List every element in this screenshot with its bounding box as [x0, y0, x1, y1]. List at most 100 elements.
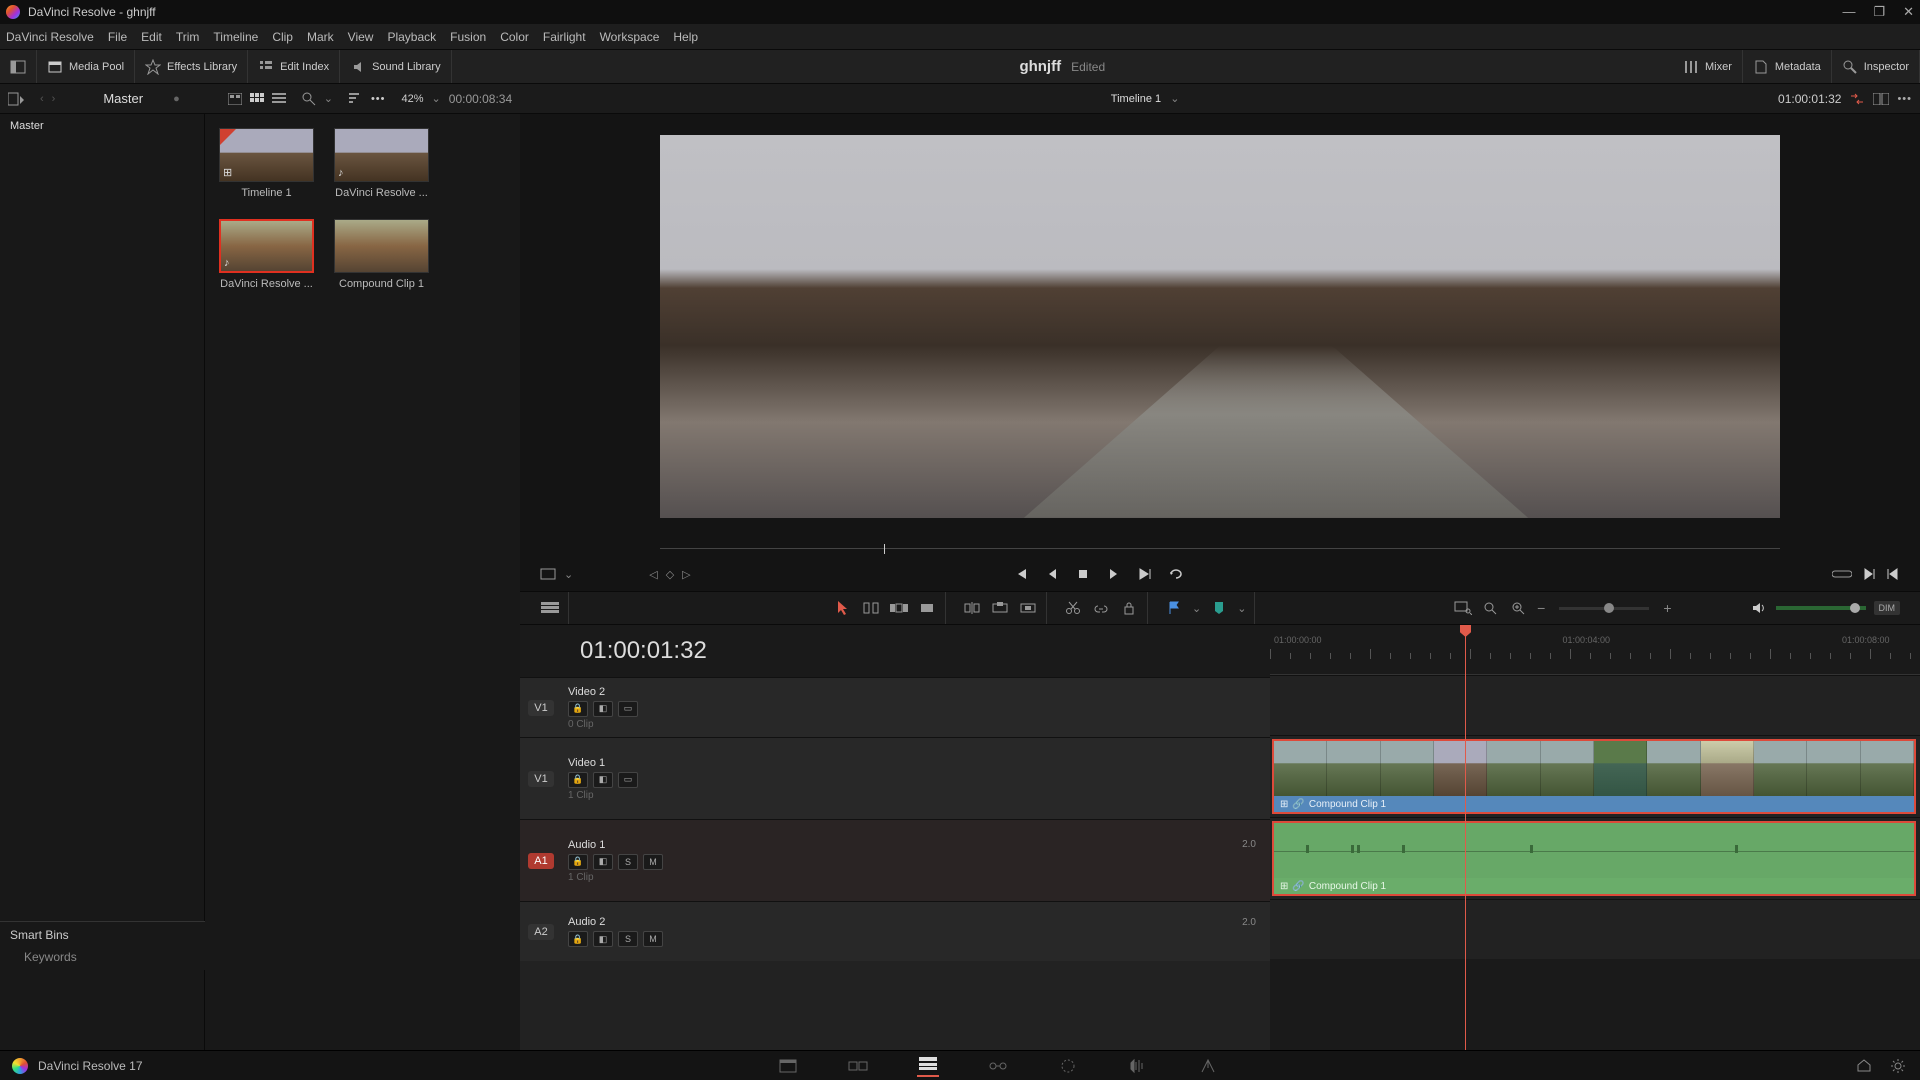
track-auto-button[interactable]: ◧ — [593, 931, 613, 947]
play-button[interactable] — [1106, 567, 1120, 581]
stop-button[interactable] — [1076, 567, 1090, 581]
clip-item[interactable]: ♪ DaVinci Resolve ... — [219, 219, 314, 290]
zoom-dropdown[interactable]: ⌄ — [432, 92, 441, 105]
metadata-button[interactable]: Metadata — [1743, 50, 1832, 83]
razor-button[interactable] — [1063, 598, 1083, 618]
insert-button[interactable] — [962, 598, 982, 618]
track-auto-button[interactable]: ◧ — [593, 772, 613, 788]
minimize-button[interactable]: — — [1842, 4, 1855, 20]
track-auto-button[interactable]: ◧ — [593, 854, 613, 870]
grid-view-button[interactable] — [250, 93, 264, 105]
track-enable-button[interactable]: ▭ — [618, 772, 638, 788]
track-header-a1[interactable]: A1 Audio 12.0 🔒 ◧ S M 1 Clip — [520, 819, 1270, 901]
panel-toggle-left[interactable] — [0, 50, 37, 83]
menu-color[interactable]: Color — [500, 30, 529, 44]
menu-view[interactable]: View — [348, 30, 374, 44]
next-edit-button[interactable] — [1862, 567, 1876, 581]
edit-index-button[interactable]: Edit Index — [248, 50, 340, 83]
prev-bin-button[interactable]: ‹ — [40, 93, 44, 105]
thumbnail-view-button[interactable] — [228, 93, 242, 105]
track-v1[interactable]: ⊞🔗Compound Clip 1 — [1270, 735, 1920, 817]
clip-item[interactable]: ♪ DaVinci Resolve ... — [334, 128, 429, 199]
fusion-page-tab[interactable] — [987, 1055, 1009, 1077]
zoom-detail-button[interactable] — [1509, 598, 1529, 618]
zoom-out-button[interactable]: − — [1537, 600, 1545, 616]
selection-tool[interactable] — [833, 598, 853, 618]
dual-viewer-button[interactable] — [1873, 93, 1889, 105]
keyframe-button[interactable]: ◇ — [666, 568, 674, 581]
go-last-button[interactable] — [1136, 567, 1152, 581]
smart-bin-keywords[interactable]: Keywords — [24, 950, 195, 964]
zoom-slider[interactable] — [1559, 607, 1649, 610]
track-header-a2[interactable]: A2 Audio 22.0 🔒 ◧ S M — [520, 901, 1270, 961]
sort-button[interactable] — [349, 93, 363, 105]
menu-file[interactable]: File — [108, 30, 127, 44]
menu-trim[interactable]: Trim — [176, 30, 200, 44]
timeline-dropdown[interactable]: ⌄ — [1170, 93, 1179, 105]
bin-path[interactable]: Master — [63, 91, 173, 106]
flag-button[interactable] — [1164, 598, 1184, 618]
list-view-button[interactable] — [272, 93, 286, 105]
menu-timeline[interactable]: Timeline — [213, 30, 258, 44]
color-page-tab[interactable] — [1057, 1055, 1079, 1077]
last-edit-button[interactable] — [1886, 567, 1900, 581]
settings-button[interactable] — [1890, 1058, 1906, 1074]
track-header-v1[interactable]: V1 Video 1 🔒 ◧ ▭ 1 Clip — [520, 737, 1270, 819]
mute-button[interactable] — [1748, 598, 1768, 618]
timeline-view-button[interactable] — [540, 598, 560, 618]
options-button[interactable]: ••• — [371, 93, 386, 105]
menu-edit[interactable]: Edit — [141, 30, 162, 44]
track-lock-button[interactable]: 🔒 — [568, 772, 588, 788]
prev-frame-button[interactable] — [1046, 567, 1060, 581]
prev-keyframe-button[interactable]: ◁ — [649, 568, 657, 581]
dim-button[interactable]: DIM — [1874, 601, 1901, 615]
track-solo-button[interactable]: S — [618, 854, 638, 870]
zoom-fit-button[interactable] — [1481, 598, 1501, 618]
track-mute-button[interactable]: M — [643, 854, 663, 870]
track-enable-button[interactable]: ▭ — [618, 701, 638, 717]
track-v2[interactable] — [1270, 675, 1920, 735]
menu-fusion[interactable]: Fusion — [450, 30, 486, 44]
timeline-name[interactable]: Timeline 1 — [1111, 93, 1161, 105]
cut-page-tab[interactable] — [847, 1055, 869, 1077]
inspector-button[interactable]: Inspector — [1832, 50, 1920, 83]
zoom-in-button[interactable]: + — [1663, 600, 1671, 616]
menu-help[interactable]: Help — [673, 30, 698, 44]
match-dropdown[interactable]: ⌄ — [564, 568, 573, 581]
sound-library-button[interactable]: Sound Library — [340, 50, 452, 83]
track-auto-button[interactable]: ◧ — [593, 701, 613, 717]
menu-fairlight[interactable]: Fairlight — [543, 30, 586, 44]
bin-view-menu[interactable] — [8, 92, 24, 106]
timeline-tracks[interactable]: 01:00:00:00 01:00:04:00 01:00:08:00 ⊞🔗Co… — [1270, 625, 1920, 1050]
track-lock-button[interactable]: 🔒 — [568, 931, 588, 947]
clip-item[interactable]: ⊞ Timeline 1 — [219, 128, 314, 199]
deliver-page-tab[interactable] — [1197, 1055, 1219, 1077]
find-button[interactable] — [1453, 598, 1473, 618]
clip-item[interactable]: Compound Clip 1 — [334, 219, 429, 290]
viewer-content[interactable] — [520, 114, 1920, 539]
menu-davinci[interactable]: DaVinci Resolve — [6, 30, 94, 44]
track-lock-button[interactable]: 🔒 — [568, 701, 588, 717]
track-mute-button[interactable]: M — [643, 931, 663, 947]
track-solo-button[interactable]: S — [618, 931, 638, 947]
menu-playback[interactable]: Playback — [387, 30, 436, 44]
track-a2[interactable] — [1270, 899, 1920, 959]
media-page-tab[interactable] — [777, 1055, 799, 1077]
menu-clip[interactable]: Clip — [272, 30, 293, 44]
mixer-button[interactable]: Mixer — [1673, 50, 1743, 83]
next-keyframe-button[interactable]: ▷ — [682, 568, 690, 581]
edit-page-tab[interactable] — [917, 1055, 939, 1077]
match-frame-button[interactable] — [540, 567, 556, 581]
sync-button[interactable] — [1849, 92, 1865, 106]
marker-dropdown[interactable]: ⌄ — [1237, 602, 1246, 615]
next-bin-button[interactable]: › — [52, 93, 56, 105]
timeline-clip-video[interactable]: ⊞🔗Compound Clip 1 — [1272, 739, 1916, 814]
effects-library-button[interactable]: Effects Library — [135, 50, 248, 83]
maximize-button[interactable]: ❐ — [1873, 4, 1885, 20]
track-a1[interactable]: ⊞🔗Compound Clip 1 — [1270, 817, 1920, 899]
close-button[interactable]: ✕ — [1903, 4, 1914, 20]
replace-button[interactable] — [1018, 598, 1038, 618]
media-pool-button[interactable]: Media Pool — [37, 50, 135, 83]
overwrite-button[interactable] — [990, 598, 1010, 618]
fairlight-page-tab[interactable] — [1127, 1055, 1149, 1077]
